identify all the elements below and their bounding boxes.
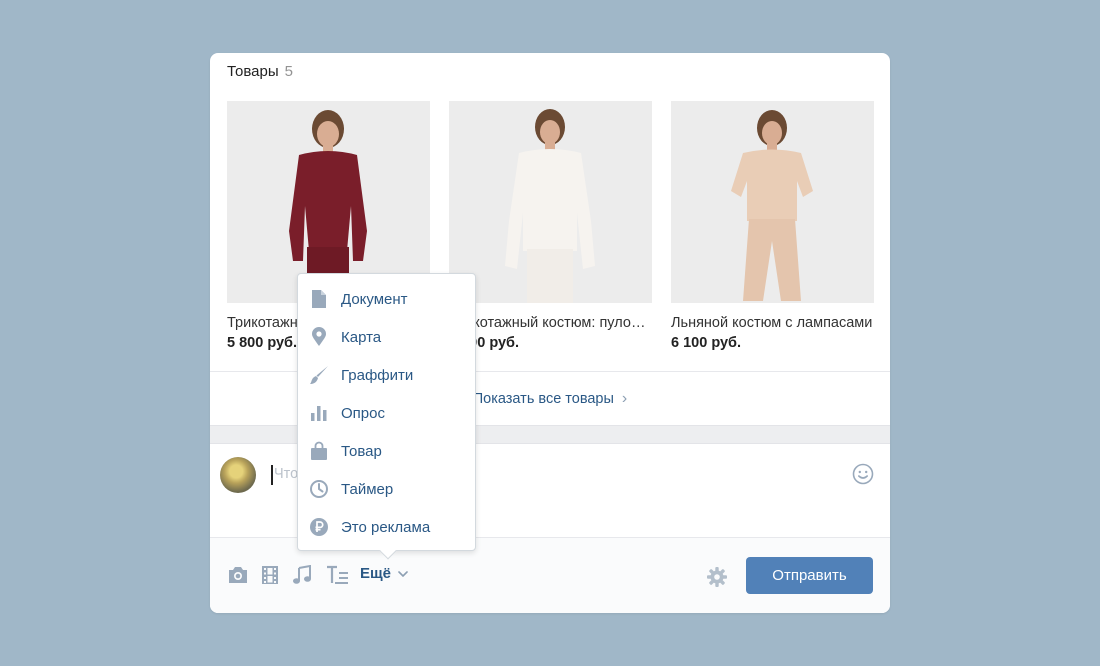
menu-item-label: Карта — [341, 328, 382, 346]
menu-item-label: Таймер — [341, 480, 394, 498]
menu-item-map[interactable]: Карта — [298, 318, 475, 356]
menu-item-label: Товар — [341, 442, 382, 460]
music-icon[interactable] — [292, 565, 312, 585]
products-header: Товары 5 — [227, 63, 293, 80]
text-format-icon[interactable] — [325, 565, 349, 585]
menu-item-poll[interactable]: Опрос — [298, 394, 475, 432]
document-icon — [308, 288, 330, 310]
product-photo[interactable] — [449, 101, 652, 303]
ruble-icon — [308, 516, 330, 538]
menu-item-graffiti[interactable]: Граффити — [298, 356, 475, 394]
product-photo[interactable] — [671, 101, 874, 303]
more-attachments-button[interactable]: Ещё — [360, 565, 408, 582]
product-price: 6 100 руб. — [671, 335, 742, 351]
video-icon[interactable] — [261, 565, 279, 585]
menu-item-advertising[interactable]: Это реклама — [298, 508, 475, 546]
menu-item-label: Опрос — [341, 404, 385, 422]
product-name[interactable]: Льняной костюм с лампасами — [671, 315, 874, 331]
product-name[interactable]: Трикотажный костюм: пуловер — [449, 315, 652, 331]
menu-item-product[interactable]: Товар — [298, 432, 475, 470]
avatar[interactable] — [220, 457, 256, 493]
product-card[interactable]: Льняной костюм с лампасами 6 100 руб. — [671, 101, 874, 351]
menu-item-label: Документ — [341, 290, 408, 308]
send-button[interactable]: Отправить — [746, 557, 873, 594]
product-card[interactable]: Трикотажный костюм: пуловер 5 800 руб. — [449, 101, 652, 351]
emoji-icon[interactable] — [852, 463, 874, 485]
poll-icon — [308, 402, 330, 424]
menu-item-label: Это реклама — [341, 518, 431, 536]
clock-icon — [308, 478, 330, 500]
more-label: Ещё — [360, 565, 392, 582]
attachments-dropdown-menu: Документ Карта Граффити Опрос Товар Тайм… — [297, 273, 476, 560]
camera-icon[interactable] — [227, 565, 249, 585]
chevron-down-icon — [398, 570, 408, 577]
chevron-right-icon: › — [621, 389, 628, 407]
menu-item-label: Граффити — [341, 366, 414, 384]
show-all-label: Показать все товары — [472, 390, 614, 407]
map-pin-icon — [308, 326, 330, 348]
menu-item-timer[interactable]: Таймер — [298, 470, 475, 508]
shopping-bag-icon — [308, 440, 330, 462]
gear-icon[interactable] — [706, 566, 728, 588]
text-cursor — [271, 465, 273, 485]
product-price: 5 800 руб. — [449, 335, 520, 351]
menu-item-document[interactable]: Документ — [298, 280, 475, 318]
products-count: 5 — [284, 63, 293, 80]
products-title: Товары — [227, 63, 279, 80]
brush-icon — [308, 364, 330, 386]
